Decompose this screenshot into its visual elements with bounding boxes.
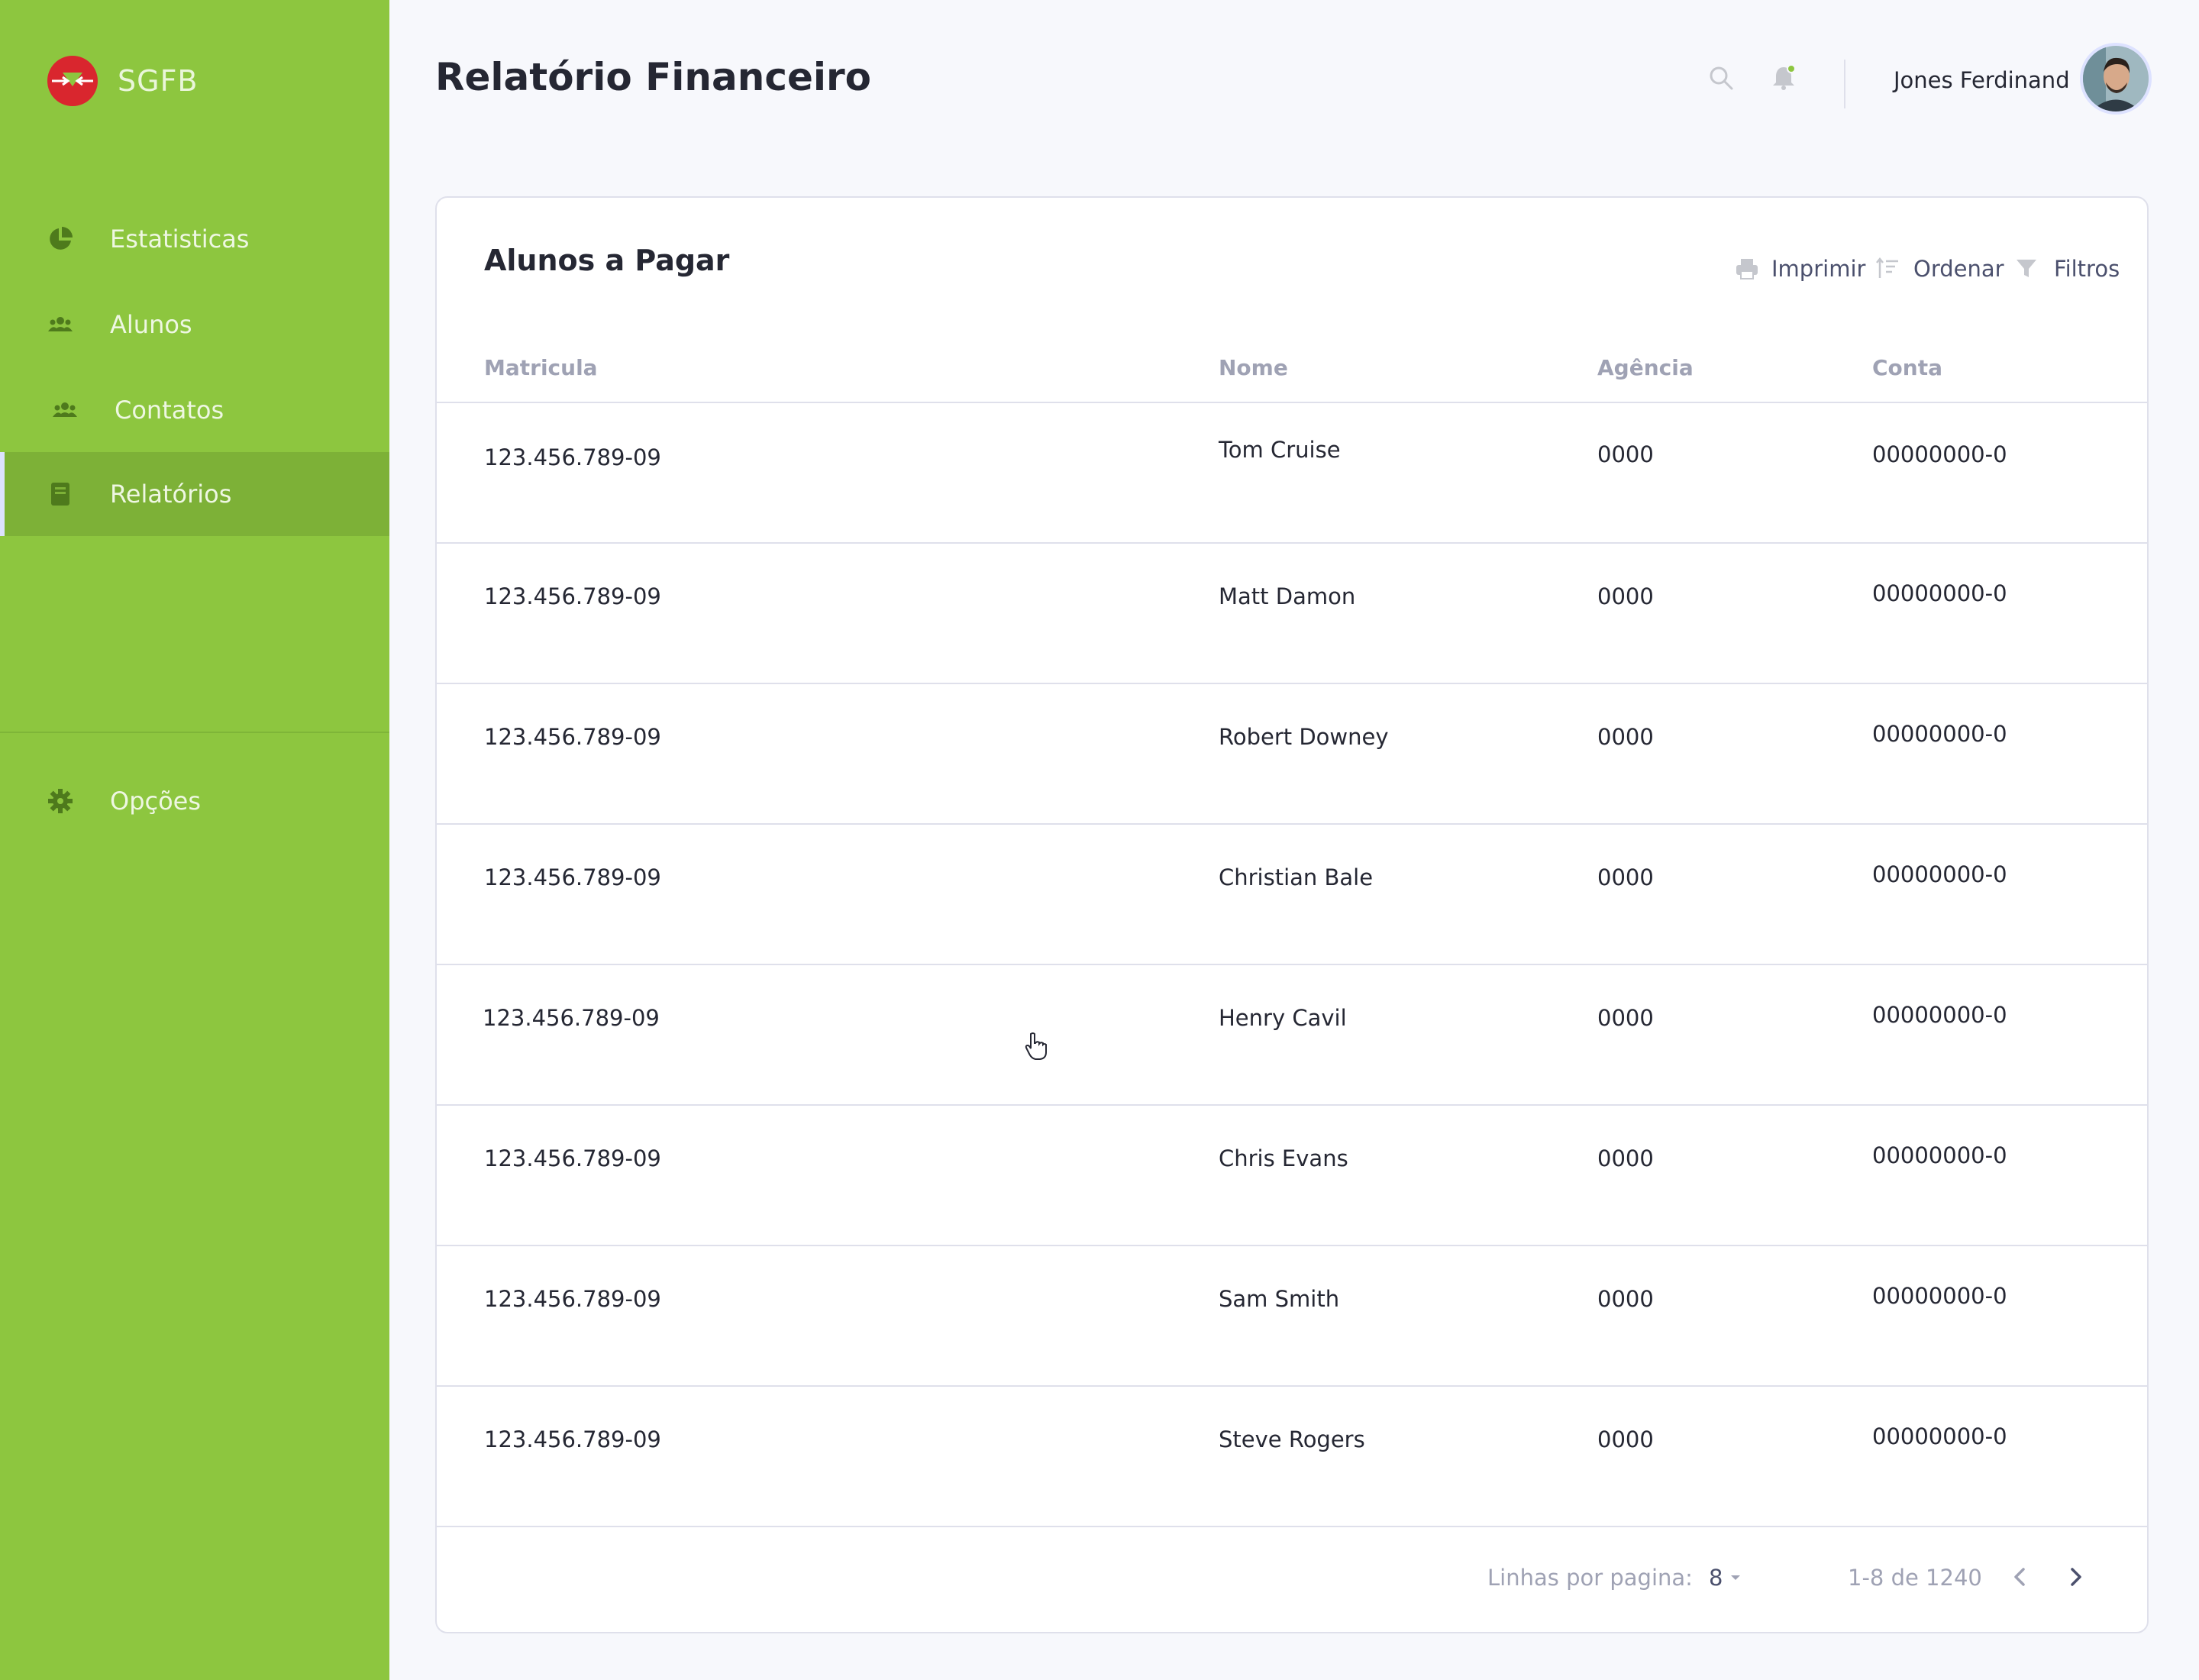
filter-label: Filtros <box>2054 256 2120 282</box>
sidebar-item-relatorios[interactable]: Relatórios <box>0 452 389 536</box>
sidebar-item-label: Opções <box>110 787 202 816</box>
rows-per-page-value: 8 <box>1709 1565 1723 1591</box>
cell-matricula: 123.456.789-09 <box>484 583 661 609</box>
sidebar-item-label: Estatisticas <box>110 225 250 254</box>
cell-nome: Sam Smith <box>1219 1286 1340 1312</box>
cell-conta: 00000000-0 <box>1872 1142 2007 1168</box>
print-button[interactable]: Imprimir <box>1735 256 1865 282</box>
printer-icon <box>1736 259 1758 279</box>
table-row[interactable]: 123.456.789-09 Christian Bale 0000 00000… <box>437 825 2147 965</box>
print-label: Imprimir <box>1771 256 1866 282</box>
sort-icon <box>1876 257 1898 278</box>
book-icon <box>51 483 69 506</box>
pagination-range: 1-8 de 1240 <box>1848 1565 1982 1591</box>
cell-conta: 00000000-0 <box>1872 721 2007 747</box>
users-icon <box>48 317 73 331</box>
header-divider <box>1844 60 1845 108</box>
sidebar-divider <box>0 732 389 733</box>
users-icon <box>53 402 77 417</box>
cell-agencia: 0000 <box>1597 1286 1654 1312</box>
rows-per-page-select[interactable]: 8 <box>1709 1565 1742 1591</box>
cell-nome: Henry Cavil <box>1219 1005 1347 1031</box>
table-row[interactable]: 123.456.789-09 Robert Downey 0000 000000… <box>437 684 2147 825</box>
cell-matricula: 123.456.789-09 <box>483 1005 660 1031</box>
column-header-matricula[interactable]: Matricula <box>484 355 598 380</box>
cell-matricula: 123.456.789-09 <box>484 1286 661 1312</box>
table-row[interactable]: 123.456.789-09 Tom Cruise 0000 00000000-… <box>437 403 2147 544</box>
cell-conta: 00000000-0 <box>1872 580 2007 606</box>
table-row[interactable]: 123.456.789-09 Matt Damon 0000 00000000-… <box>437 544 2147 684</box>
students-to-pay-card: Alunos a Pagar Imprimir Ordenar Filtros … <box>435 196 2149 1633</box>
cell-matricula: 123.456.789-09 <box>484 864 661 890</box>
cell-nome: Christian Bale <box>1219 864 1374 890</box>
cell-conta: 00000000-0 <box>1872 861 2007 887</box>
chevron-left-icon[interactable] <box>2007 1563 2034 1591</box>
sidebar-item-opcoes[interactable]: Opções <box>0 759 389 843</box>
cell-agencia: 0000 <box>1597 1005 1654 1031</box>
cell-conta: 00000000-0 <box>1872 1002 2007 1028</box>
cell-agencia: 0000 <box>1597 583 1654 609</box>
search-icon[interactable] <box>1707 64 1735 92</box>
filter-icon <box>2017 260 2036 277</box>
cell-agencia: 0000 <box>1597 441 1654 467</box>
notification-dot <box>1787 64 1796 73</box>
rows-per-page-label: Linhas por pagina: <box>1487 1565 1693 1591</box>
table-row[interactable]: 123.456.789-09 Chris Evans 0000 00000000… <box>437 1106 2147 1246</box>
table-row[interactable]: 123.456.789-09 Henry Cavil 0000 00000000… <box>437 965 2147 1106</box>
cell-matricula: 123.456.789-09 <box>484 1145 661 1171</box>
sidebar: SGFB Estatisticas Alunos Contatos Relató… <box>0 0 389 1680</box>
column-header-agencia[interactable]: Agência <box>1597 355 1694 380</box>
sidebar-item-label: Alunos <box>110 310 192 339</box>
cell-conta: 00000000-0 <box>1872 441 2007 467</box>
sort-button[interactable]: Ordenar <box>1875 256 2004 282</box>
sidebar-item-alunos[interactable]: Alunos <box>0 283 389 367</box>
caret-down-icon <box>1731 1575 1741 1580</box>
cell-nome: Robert Downey <box>1219 724 1389 750</box>
sidebar-item-contatos[interactable]: Contatos <box>0 368 389 452</box>
cell-matricula: 123.456.789-09 <box>484 444 661 470</box>
cell-conta: 00000000-0 <box>1872 1283 2007 1309</box>
table-pagination: Linhas por pagina: 8 1-8 de 1240 <box>437 1527 2147 1633</box>
page-title: Relatório Financeiro <box>435 55 872 99</box>
pie-chart-icon <box>50 227 73 250</box>
column-header-nome[interactable]: Nome <box>1219 355 1288 380</box>
hand-cursor-icon <box>1025 1032 1047 1060</box>
table-row[interactable]: 123.456.789-09 Sam Smith 0000 00000000-0 <box>437 1246 2147 1387</box>
card-title: Alunos a Pagar <box>484 244 730 277</box>
avatar[interactable] <box>2080 43 2152 115</box>
cell-conta: 00000000-0 <box>1872 1423 2007 1449</box>
cell-nome: Matt Damon <box>1219 583 1356 609</box>
user-name[interactable]: Jones Ferdinand <box>1894 67 2070 93</box>
cell-agencia: 0000 <box>1597 1145 1654 1171</box>
sort-label: Ordenar <box>1913 256 2004 282</box>
filter-button[interactable]: Filtros <box>2014 256 2120 282</box>
sidebar-item-label: Relatórios <box>110 480 232 509</box>
bell-icon[interactable] <box>1770 64 1797 92</box>
brand[interactable]: SGFB <box>47 55 199 107</box>
cell-agencia: 0000 <box>1597 864 1654 890</box>
column-header-conta[interactable]: Conta <box>1872 355 1942 380</box>
cell-nome: Steve Rogers <box>1219 1426 1365 1452</box>
brand-name: SGFB <box>118 64 199 98</box>
table-row[interactable]: 123.456.789-09 Steve Rogers 0000 0000000… <box>437 1387 2147 1527</box>
logo-icon <box>47 56 98 106</box>
cell-nome: Tom Cruise <box>1219 437 1341 463</box>
chevron-right-icon[interactable] <box>2062 1563 2089 1591</box>
gear-icon <box>48 789 73 813</box>
cell-nome: Chris Evans <box>1219 1145 1348 1171</box>
cell-matricula: 123.456.789-09 <box>484 1426 661 1452</box>
cell-agencia: 0000 <box>1597 1426 1654 1452</box>
sidebar-item-estatisticas[interactable]: Estatisticas <box>0 197 389 281</box>
cell-agencia: 0000 <box>1597 724 1654 750</box>
sidebar-item-label: Contatos <box>115 396 224 425</box>
cell-matricula: 123.456.789-09 <box>484 724 661 750</box>
